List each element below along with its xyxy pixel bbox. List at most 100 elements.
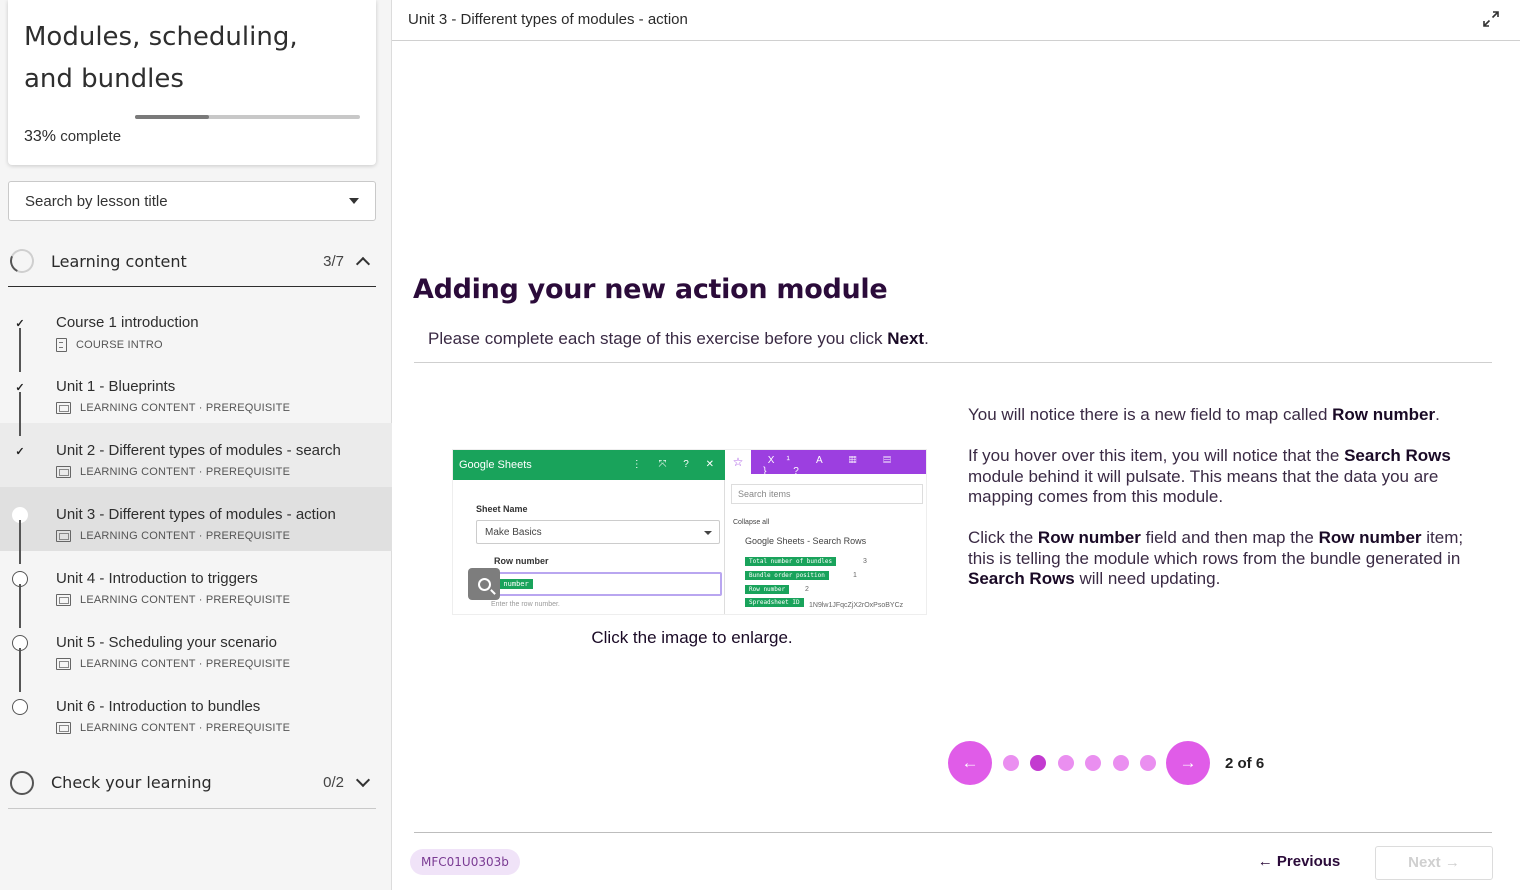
paragraph-text: module behind it will pulsate. This mean… (968, 466, 1439, 507)
lesson-meta-text: LEARNING CONTENT · PREREQUISITE (80, 594, 291, 606)
paragraph-text: field and then map the (1140, 528, 1319, 547)
document-icon (56, 338, 67, 352)
section-count: 3/7 (323, 252, 344, 270)
lesson-meta: COURSE INTRO (56, 338, 163, 352)
pager-count: 2 of 6 (1225, 754, 1265, 772)
dropdown-caret-icon (704, 531, 712, 535)
tree-parent-name: Google Sheets (745, 536, 805, 546)
progress-label: 33% complete (24, 128, 121, 146)
lesson-item[interactable]: Unit 4 - Introduction to triggers LEARNIN… (0, 551, 392, 615)
instruction-end: . (924, 329, 929, 348)
lesson-code-badge: MFC01U0303b (410, 849, 520, 875)
previous-button[interactable]: ← Previous (1253, 851, 1345, 873)
paragraph-text: will need updating. (1074, 569, 1221, 588)
picker-search: Search items (731, 484, 923, 504)
divider (414, 832, 1492, 833)
check-icon: ✓ (15, 445, 25, 458)
mapping-picker-panel: ⎈ X¹ A ▦ ▤ { } ? ☆ Search items Collapse… (725, 450, 926, 614)
google-sheets-module-panel: Google Sheets ⋮ ⤧ ? ✕ Sheet Name Make Ba… (453, 450, 725, 614)
mapping-item-tag: Bundle order position (745, 571, 829, 580)
mapping-item-value: 1N9lw1JFqcZjX2rOxPsoBYCz (809, 602, 904, 609)
tree-parent: Google Sheets - Search Rows (745, 536, 866, 546)
lesson-item[interactable]: Unit 3 - Different types of modules - ac… (0, 487, 392, 551)
emphasis-text: Search Rows (968, 569, 1075, 588)
lesson-item[interactable]: Unit 5 - Scheduling your scenario LEARNIN… (0, 615, 392, 679)
chevron-up-icon[interactable] (355, 256, 371, 271)
lesson-meta-text: LEARNING CONTENT · PREREQUISITE (80, 722, 291, 734)
lesson-meta: LEARNING CONTENT · PREREQUISITE (56, 658, 290, 670)
lesson-title: Unit 2 - Different types of modules - se… (56, 442, 341, 459)
instruction-text: Please complete each stage of this exerc… (428, 329, 888, 348)
lesson-meta-text: LEARNING CONTENT · PREREQUISITE (80, 402, 291, 414)
lesson-search-select[interactable]: Search by lesson title (8, 181, 376, 221)
caret-down-icon (349, 198, 359, 204)
section-progress-ring-icon (10, 770, 34, 795)
zoom-in-icon[interactable] (468, 568, 500, 600)
lesson-title: Unit 3 - Different types of modules - ac… (408, 11, 688, 28)
progress-connector (19, 584, 21, 628)
mapping-item-value: 3 (863, 558, 867, 565)
row-number-label: Row number (494, 556, 549, 566)
pager-dot[interactable] (1030, 755, 1046, 771)
lesson-meta: LEARNING CONTENT · PREREQUISITE (56, 402, 290, 414)
lesson-topbar: Unit 3 - Different types of modules - ac… (392, 0, 1520, 41)
pager-dots (991, 755, 1156, 771)
lesson-meta: LEARNING CONTENT · PREREQUISITE (56, 530, 290, 542)
explanation-paragraph: If you hover over this item, you will no… (968, 446, 1468, 508)
paragraph-text: Click the (968, 528, 1038, 547)
chevron-down-icon[interactable] (355, 772, 371, 788)
paragraph-text: You will notice there is a new field to … (968, 405, 1333, 424)
picker-toolbar: ⎈ X¹ A ▦ ▤ { } ? (725, 450, 926, 477)
pager-next-arrow-icon[interactable]: → (1166, 741, 1210, 785)
lesson-meta-text: LEARNING CONTENT · PREREQUISITE (80, 530, 291, 542)
emphasis-text: Row number (1318, 528, 1422, 547)
lesson-meta: LEARNING CONTENT · PREREQUISITE (56, 466, 290, 478)
emphasis-text: Search Rows (1344, 446, 1451, 465)
lesson-meta-text: LEARNING CONTENT · PREREQUISITE (80, 658, 291, 670)
section-progress-ring-icon (6, 245, 38, 277)
slide-instruction: Please complete each stage of this exerc… (428, 329, 929, 349)
emphasis-text: Row number (1037, 528, 1141, 547)
image-caption: Click the image to enlarge. (591, 628, 793, 647)
google-sheets-title: Google Sheets (459, 459, 532, 471)
divider (414, 362, 1492, 363)
tree-parent-suffix: - Search Rows (807, 536, 867, 546)
lesson-title: Unit 6 - Introduction to bundles (56, 698, 261, 715)
lesson-item[interactable]: ✓ Course 1 introduction COURSE INTRO (0, 295, 392, 359)
lesson-item[interactable]: Unit 6 - Introduction to bundles LEARNING… (0, 679, 392, 743)
course-title: Modules, scheduling, and bundles (24, 22, 298, 94)
explanation-text: You will notice there is a new field to … (968, 405, 1468, 610)
pager-dot[interactable] (1112, 755, 1129, 771)
section-label: Check your learning (51, 773, 212, 792)
slides-icon (56, 722, 71, 734)
paragraph-text: If you hover over this item, you will no… (968, 446, 1345, 465)
lesson-title: Unit 1 - Blueprints (56, 378, 176, 395)
section-label: Learning content (51, 251, 187, 271)
mapping-item-value: 2 (805, 586, 809, 593)
sheet-name-label: Sheet Name (476, 504, 528, 514)
sheet-name-value: Make Basics (485, 527, 542, 538)
pager-dot[interactable] (1140, 755, 1156, 771)
course-progress-bar (135, 115, 360, 119)
slides-icon (56, 466, 71, 478)
enlargeable-screenshot[interactable]: Google Sheets ⋮ ⤧ ? ✕ Sheet Name Make Ba… (452, 449, 927, 615)
pager-dot[interactable] (1057, 755, 1074, 771)
section-check-your-learning[interactable]: Check your learning 0/2 (8, 757, 376, 809)
lesson-item[interactable]: ✓ Unit 2 - Different types of modules - s… (0, 423, 392, 487)
instruction-next-word: Next (887, 329, 925, 348)
module-toolbar-icons: ⋮ ⤧ ? ✕ (631, 459, 721, 470)
lesson-meta: LEARNING CONTENT · PREREQUISITE (56, 594, 290, 606)
lesson-item[interactable]: ✓ Unit 1 - Blueprints LEARNING CONTENT · P… (0, 359, 392, 423)
course-sidebar: Modules, scheduling, and bundles 33% com… (0, 0, 392, 890)
pager-prev-arrow-icon[interactable]: ← (948, 741, 992, 785)
pager-dot[interactable] (1085, 755, 1101, 771)
mapping-item-tag: Total number of bundles (745, 557, 837, 566)
slide-heading: Adding your new action module (413, 274, 888, 305)
pager-dot[interactable] (1002, 755, 1019, 771)
section-learning-content[interactable]: Learning content 3/7 (6, 236, 376, 287)
fullscreen-expand-icon[interactable] (1482, 10, 1500, 28)
lesson-content: Unit 3 - Different types of modules - ac… (392, 0, 1520, 890)
next-button[interactable]: Next → (1375, 846, 1493, 880)
course-card: Modules, scheduling, and bundles 33% com… (8, 0, 376, 165)
explanation-paragraph: You will notice there is a new field to … (968, 405, 1468, 426)
